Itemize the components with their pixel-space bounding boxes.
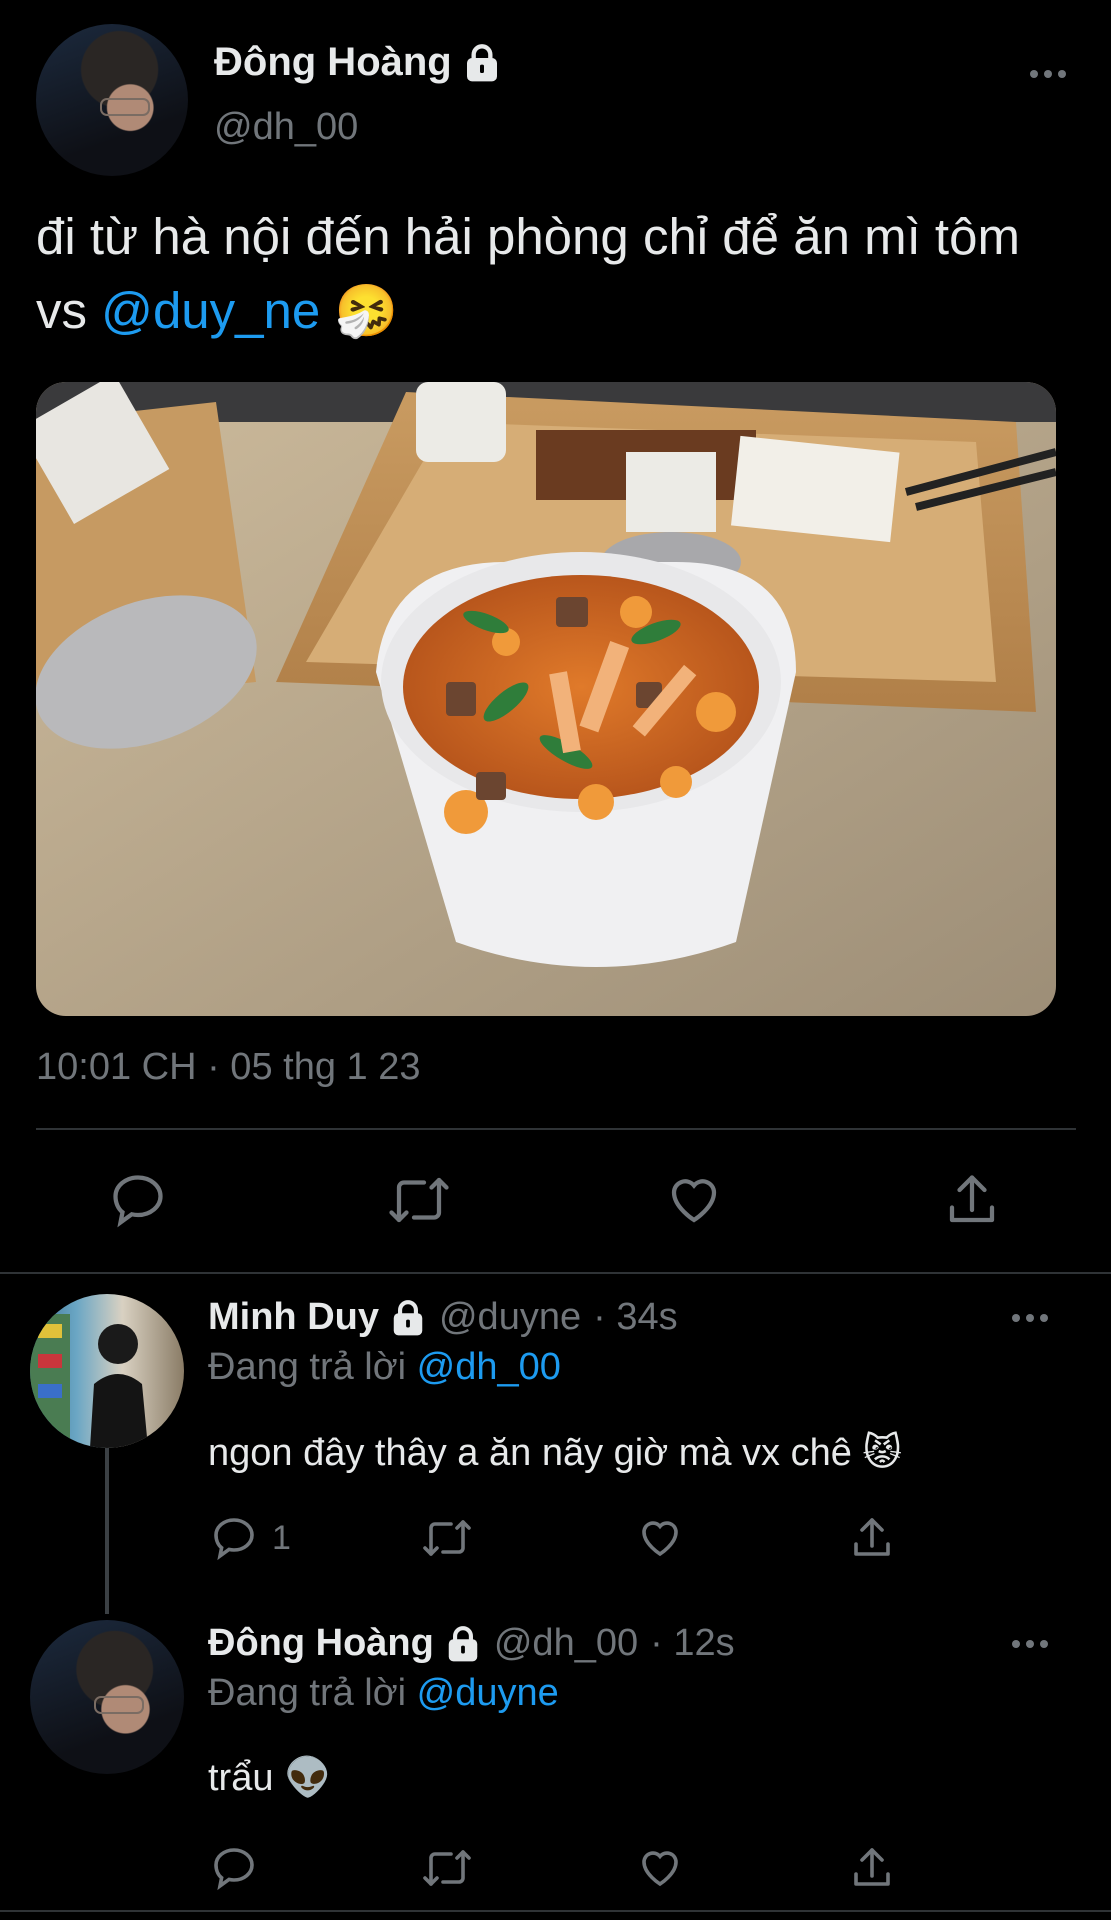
author-avatar[interactable] (36, 24, 188, 176)
author-name[interactable]: Đông Hoàng (214, 40, 452, 85)
reply-button[interactable]: 1 (210, 1514, 291, 1562)
reply-button[interactable] (210, 1844, 258, 1892)
replying-to-link[interactable]: @duyne (417, 1672, 559, 1714)
reply-count: 1 (272, 1518, 291, 1557)
avatar-detail (94, 1696, 144, 1714)
reply-author-name-text[interactable]: Đông Hoàng (208, 1622, 434, 1665)
retweet-button[interactable] (386, 1170, 452, 1230)
retweet-button[interactable] (420, 1844, 474, 1892)
like-icon (642, 1851, 678, 1887)
reply-text: ngon đây thây a ăn nãy giờ mà vx chê 😾 (208, 1432, 903, 1474)
sneezing-emoji: 🤧 (334, 282, 398, 339)
replying-to-label: Đang trả lời (208, 1672, 417, 1714)
lock-icon (466, 43, 497, 81)
tweet-photo[interactable] (36, 382, 1056, 1016)
reply-icon (214, 1848, 254, 1891)
replying-to-link[interactable]: @dh_00 (417, 1346, 561, 1388)
replying-to: Đang trả lời @dh_00 (208, 1346, 561, 1389)
reply-author-handle[interactable]: @duyne (439, 1296, 581, 1339)
share-button[interactable] (848, 1514, 896, 1562)
lock-icon (448, 1625, 478, 1661)
retweet-icon (423, 1520, 471, 1556)
divider (36, 1128, 1076, 1130)
retweet-icon (423, 1850, 471, 1886)
reply-time[interactable]: · 12s (650, 1622, 734, 1665)
tweet-timestamp[interactable]: 10:01 CH · 05 thg 1 23 (36, 1046, 420, 1089)
reply-button[interactable] (108, 1170, 168, 1230)
retweet-button[interactable] (420, 1514, 474, 1562)
more-options-icon[interactable] (1012, 1312, 1052, 1324)
person-figure (30, 1314, 148, 1448)
reply-text: trẩu 👽 (208, 1757, 332, 1799)
avatar-detail (100, 98, 150, 116)
replying-to: Đang trả lời @duyne (208, 1672, 559, 1715)
retweet-icon (389, 1177, 449, 1223)
noodle-cup-photo (36, 382, 1056, 1016)
reply-icon (214, 1518, 254, 1561)
share-button[interactable] (942, 1170, 1002, 1230)
like-icon (671, 1179, 717, 1223)
reply-avatar[interactable] (30, 1294, 184, 1448)
more-options-icon[interactable] (1030, 68, 1070, 80)
reply-author-name[interactable]: Đông Hoàng (208, 1622, 482, 1665)
author-handle[interactable]: @dh_00 (214, 106, 358, 149)
thread-line (105, 1448, 109, 1614)
reply-author-handle[interactable]: @dh_00 (494, 1622, 638, 1665)
section-separator (0, 1910, 1111, 1912)
like-button[interactable] (636, 1514, 684, 1562)
reply-author-name[interactable]: Minh Duy (208, 1296, 427, 1339)
mention-link[interactable]: @duy_ne (101, 282, 320, 339)
tweet-text: đi từ hà nội đến hải phòng chỉ để ăn mì … (36, 200, 1036, 348)
share-icon (949, 1175, 995, 1223)
tweet-actions (108, 1170, 1008, 1230)
share-icon (854, 1518, 890, 1556)
section-separator (0, 1272, 1111, 1274)
replying-to-label: Đang trả lời (208, 1346, 417, 1388)
share-button[interactable] (848, 1844, 896, 1892)
more-options-icon[interactable] (1012, 1638, 1052, 1650)
reply-header: Đông Hoàng @dh_00 · 12s (208, 1622, 735, 1665)
like-icon (642, 1521, 678, 1557)
reply-header: Minh Duy @duyne · 34s (208, 1296, 678, 1339)
reply-author-name-text[interactable]: Minh Duy (208, 1296, 379, 1339)
like-button[interactable] (636, 1844, 684, 1892)
author-name-row[interactable]: Đông Hoàng (214, 40, 502, 85)
like-button[interactable] (664, 1170, 724, 1230)
lock-icon (393, 1299, 423, 1335)
reply-avatar[interactable] (30, 1620, 184, 1774)
share-icon (854, 1848, 890, 1886)
reply-icon (113, 1175, 163, 1228)
reply-time[interactable]: · 34s (593, 1296, 677, 1339)
